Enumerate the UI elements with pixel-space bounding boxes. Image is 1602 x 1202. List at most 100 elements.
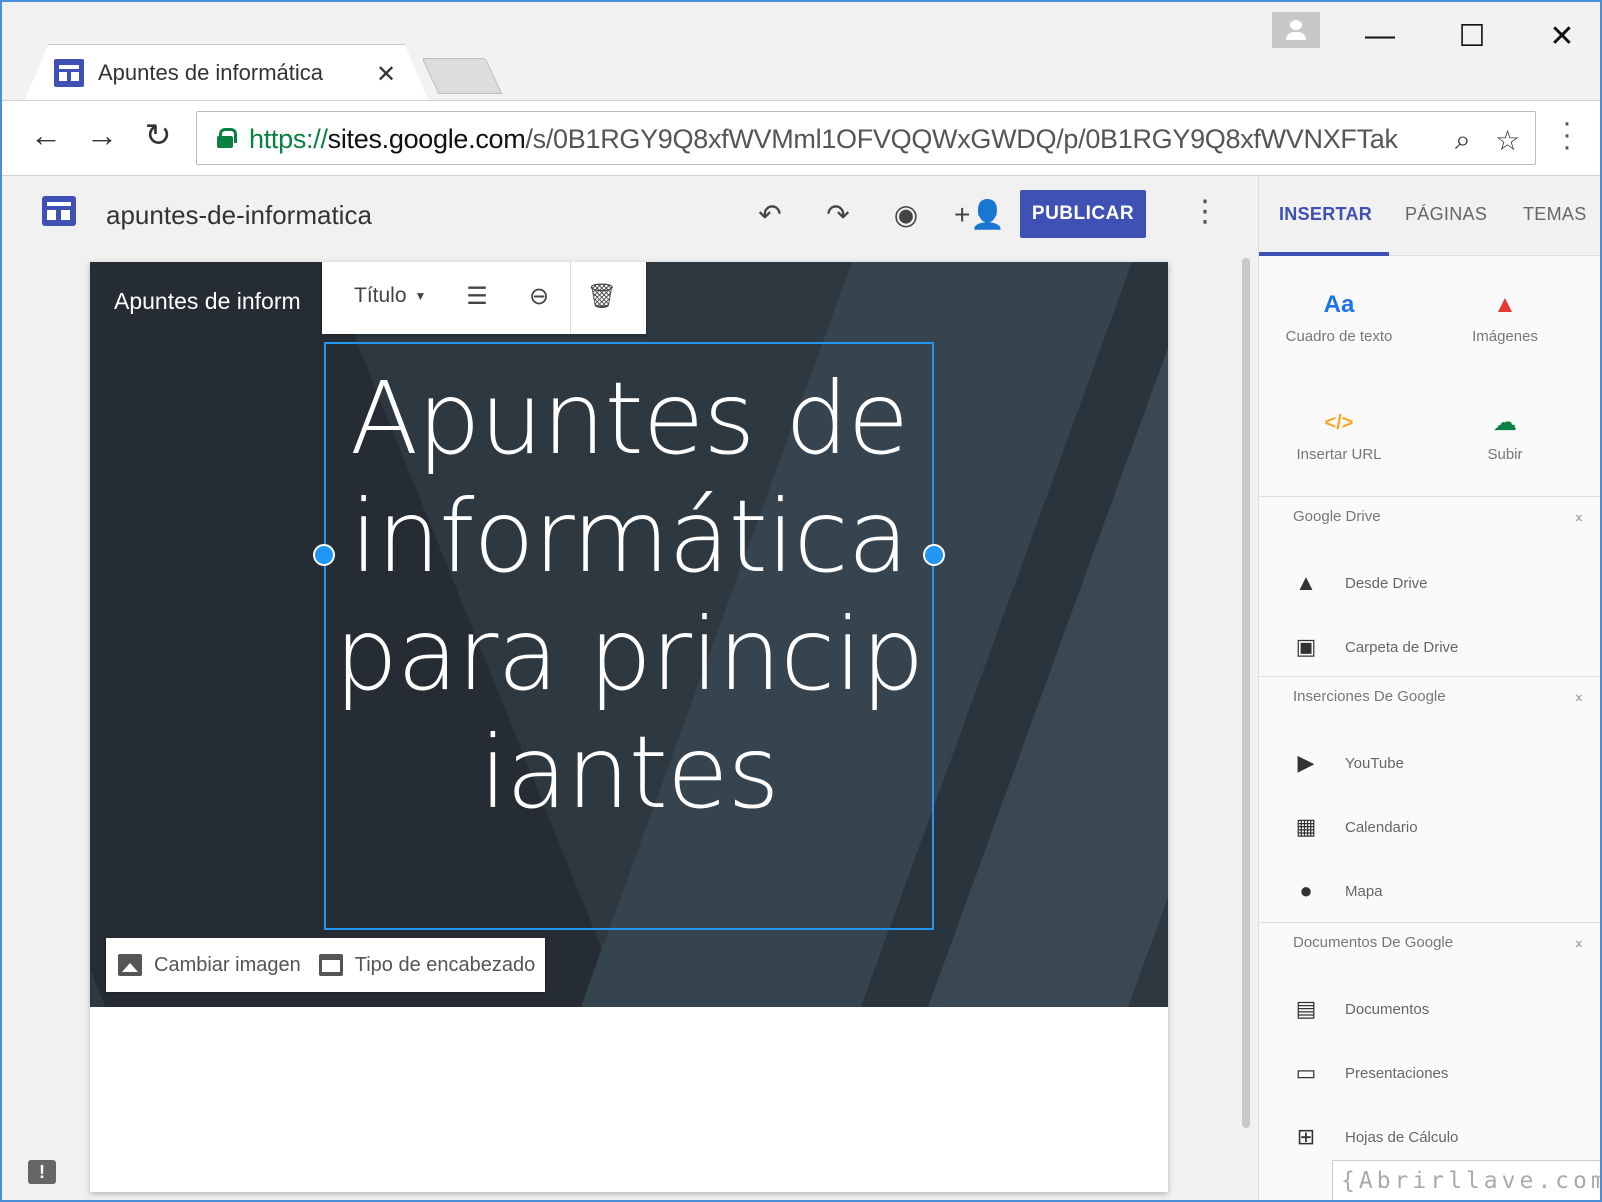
tab-paginas[interactable]: PÁGINAS — [1405, 204, 1487, 225]
section-divider — [1259, 676, 1600, 677]
site-name[interactable]: apuntes-de-informatica — [106, 200, 372, 231]
minimize-button[interactable]: — — [1350, 14, 1410, 58]
tab-title: Apuntes de informática — [98, 60, 324, 85]
list-item-youtube[interactable]: ▶ YouTube — [1293, 746, 1404, 780]
address-bar[interactable]: https://sites.google.com/s/0B1RGY9Q8xfWV… — [196, 111, 1536, 165]
maximize-button[interactable]: ☐ — [1442, 14, 1502, 58]
insert-text-box[interactable]: Aa Cuadro de texto — [1259, 288, 1419, 345]
collapse-chevron-icon[interactable]: ⌄ ⌃ — [1573, 932, 1585, 956]
zoom-icon[interactable]: ⌕ — [1455, 124, 1471, 157]
forward-arrow-icon[interactable]: → — [82, 115, 122, 155]
tab-close-icon[interactable]: ✕ — [376, 60, 396, 89]
text-style-label: Título — [354, 284, 407, 307]
list-item-label: Hojas de Cálculo — [1345, 1128, 1459, 1146]
banner-actions-bar: Cambiar imagen Tipo de encabezado — [106, 938, 546, 992]
list-item-presentaciones[interactable]: ▭ Presentaciones — [1293, 1056, 1449, 1090]
browser-toolbar: ← → ↻ https://sites.google.com/s/0B1RGY9… — [2, 100, 1600, 176]
header-type-icon — [318, 954, 343, 976]
redo-icon[interactable]: ↷ — [818, 198, 858, 234]
align-center-icon[interactable]: ☰ — [446, 262, 508, 334]
reload-icon[interactable]: ↻ — [138, 115, 178, 155]
tab-insertar[interactable]: INSERTAR — [1279, 204, 1372, 225]
watermark-logo: {Abrirllave.com — [1332, 1160, 1600, 1200]
profile-icon[interactable] — [1272, 12, 1320, 48]
browser-menu-icon[interactable]: · · · — [1557, 108, 1577, 162]
drive-folder-icon: ▣ — [1295, 634, 1317, 659]
banner-site-title[interactable]: Apuntes de inform — [114, 288, 301, 315]
bookmark-star-icon[interactable]: ☆ — [1495, 124, 1520, 157]
list-item-label: Calendario — [1345, 818, 1418, 836]
section-documentos-google[interactable]: Documentos De Google — [1293, 934, 1453, 951]
undo-icon[interactable]: ↶ — [750, 198, 790, 234]
sheets-icon: ⊞ — [1296, 1124, 1316, 1149]
youtube-icon: ▶ — [1297, 750, 1315, 775]
insert-url[interactable]: </> Insertar URL — [1259, 406, 1419, 463]
resize-handle-left[interactable] — [313, 544, 335, 566]
change-image-button[interactable]: Cambiar imagen — [118, 954, 301, 977]
list-item-calendario[interactable]: ▦ Calendario — [1293, 810, 1418, 844]
dropdown-caret-icon: ▼ — [414, 289, 427, 303]
collapse-chevron-icon[interactable]: ⌄ ⌃ — [1573, 506, 1585, 530]
list-item-label: Carpeta de Drive — [1345, 638, 1459, 656]
url-host: sites.google.com — [327, 124, 526, 154]
insert-item-label: Subir — [1487, 446, 1523, 463]
panel-tabs: INSERTAR PÁGINAS TEMAS — [1259, 176, 1600, 256]
section-google-drive[interactable]: Google Drive — [1293, 508, 1381, 525]
embed-code-icon: </> — [1324, 412, 1354, 434]
list-item-carpeta-drive[interactable]: ▣ Carpeta de Drive — [1293, 630, 1459, 664]
image-icon: ▲ — [1493, 291, 1517, 318]
link-icon[interactable]: ⊖ — [508, 262, 570, 334]
editor-scrollbar[interactable] — [1242, 258, 1250, 1128]
list-item-label: Documentos — [1345, 1000, 1430, 1018]
feedback-icon[interactable]: ! — [28, 1160, 56, 1184]
google-sites-logo-icon[interactable] — [42, 196, 76, 226]
list-item-desde-drive[interactable]: ▲ Desde Drive — [1293, 566, 1428, 600]
sites-favicon-icon — [54, 59, 84, 87]
text-format-toolbar: Título ▼ ☰ ⊖ 🗑 — [322, 262, 646, 334]
slides-icon: ▭ — [1295, 1060, 1317, 1085]
preview-eye-icon[interactable]: ◉ — [886, 198, 926, 234]
active-tab-indicator — [1259, 252, 1389, 256]
cloud-upload-icon: ☁ — [1493, 409, 1517, 436]
text-style-dropdown[interactable]: Título ▼ — [322, 284, 446, 308]
list-item-hojas-calculo[interactable]: ⊞ Hojas de Cálculo — [1293, 1120, 1459, 1154]
list-item-label: Desde Drive — [1345, 574, 1428, 592]
section-inserciones-google[interactable]: Inserciones De Google — [1293, 688, 1446, 705]
header-type-button[interactable]: Tipo de encabezado — [318, 954, 535, 977]
page-canvas: Apuntes de inform Apuntes de informática… — [90, 262, 1168, 1192]
docs-icon: ▤ — [1295, 996, 1317, 1021]
section-divider — [1259, 922, 1600, 923]
lock-icon — [217, 128, 237, 148]
tab-content[interactable]: Apuntes de informática — [54, 58, 323, 88]
delete-trash-icon[interactable]: 🗑 — [571, 262, 633, 334]
resize-handle-right[interactable] — [923, 544, 945, 566]
insert-side-panel: INSERTAR PÁGINAS TEMAS Aa Cuadro de text… — [1258, 176, 1600, 1200]
url-path: /s/0B1RGY9Q8xfWVMml1OFVQQWxGWDQ/p/0B1RGY… — [525, 124, 1398, 154]
list-item-label: YouTube — [1345, 754, 1404, 772]
change-image-label: Cambiar imagen — [154, 953, 301, 976]
tab-strip: Apuntes de informática ✕ — ☐ ✕ — [2, 2, 1600, 100]
google-drive-icon: ▲ — [1295, 570, 1317, 595]
url-scheme: https:// — [249, 124, 328, 154]
collapse-chevron-icon[interactable]: ⌄ ⌃ — [1573, 686, 1585, 710]
publish-button[interactable]: PUBLICAR — [1020, 190, 1146, 238]
map-pin-icon: ● — [1299, 878, 1313, 903]
sites-editor-header: apuntes-de-informatica ↶ ↷ ◉ +👤 PUBLICAR… — [2, 176, 1258, 256]
list-item-documentos[interactable]: ▤ Documentos — [1293, 992, 1430, 1026]
back-arrow-icon[interactable]: ← — [26, 115, 66, 155]
close-window-button[interactable]: ✕ — [1532, 14, 1592, 58]
page-heading[interactable]: Apuntes de informática para principiante… — [334, 360, 925, 832]
url-text[interactable]: https://sites.google.com/s/0B1RGY9Q8xfWV… — [249, 124, 1398, 155]
list-item-mapa[interactable]: ● Mapa — [1293, 874, 1382, 908]
title-text-box[interactable]: Apuntes de informática para principiante… — [324, 342, 934, 930]
header-banner[interactable]: Apuntes de inform Apuntes de informática… — [90, 262, 1168, 1007]
tab-temas[interactable]: TEMAS — [1523, 204, 1587, 225]
new-tab-button[interactable] — [421, 58, 503, 94]
insert-upload[interactable]: ☁ Subir — [1425, 406, 1585, 463]
section-divider — [1259, 496, 1600, 497]
calendar-icon: ▦ — [1295, 814, 1317, 839]
insert-images[interactable]: ▲ Imágenes — [1425, 288, 1585, 345]
more-options-icon[interactable]: ⋮ — [1190, 194, 1220, 229]
share-add-person-icon[interactable]: +👤 — [954, 198, 1005, 234]
list-item-label: Presentaciones — [1345, 1064, 1449, 1082]
